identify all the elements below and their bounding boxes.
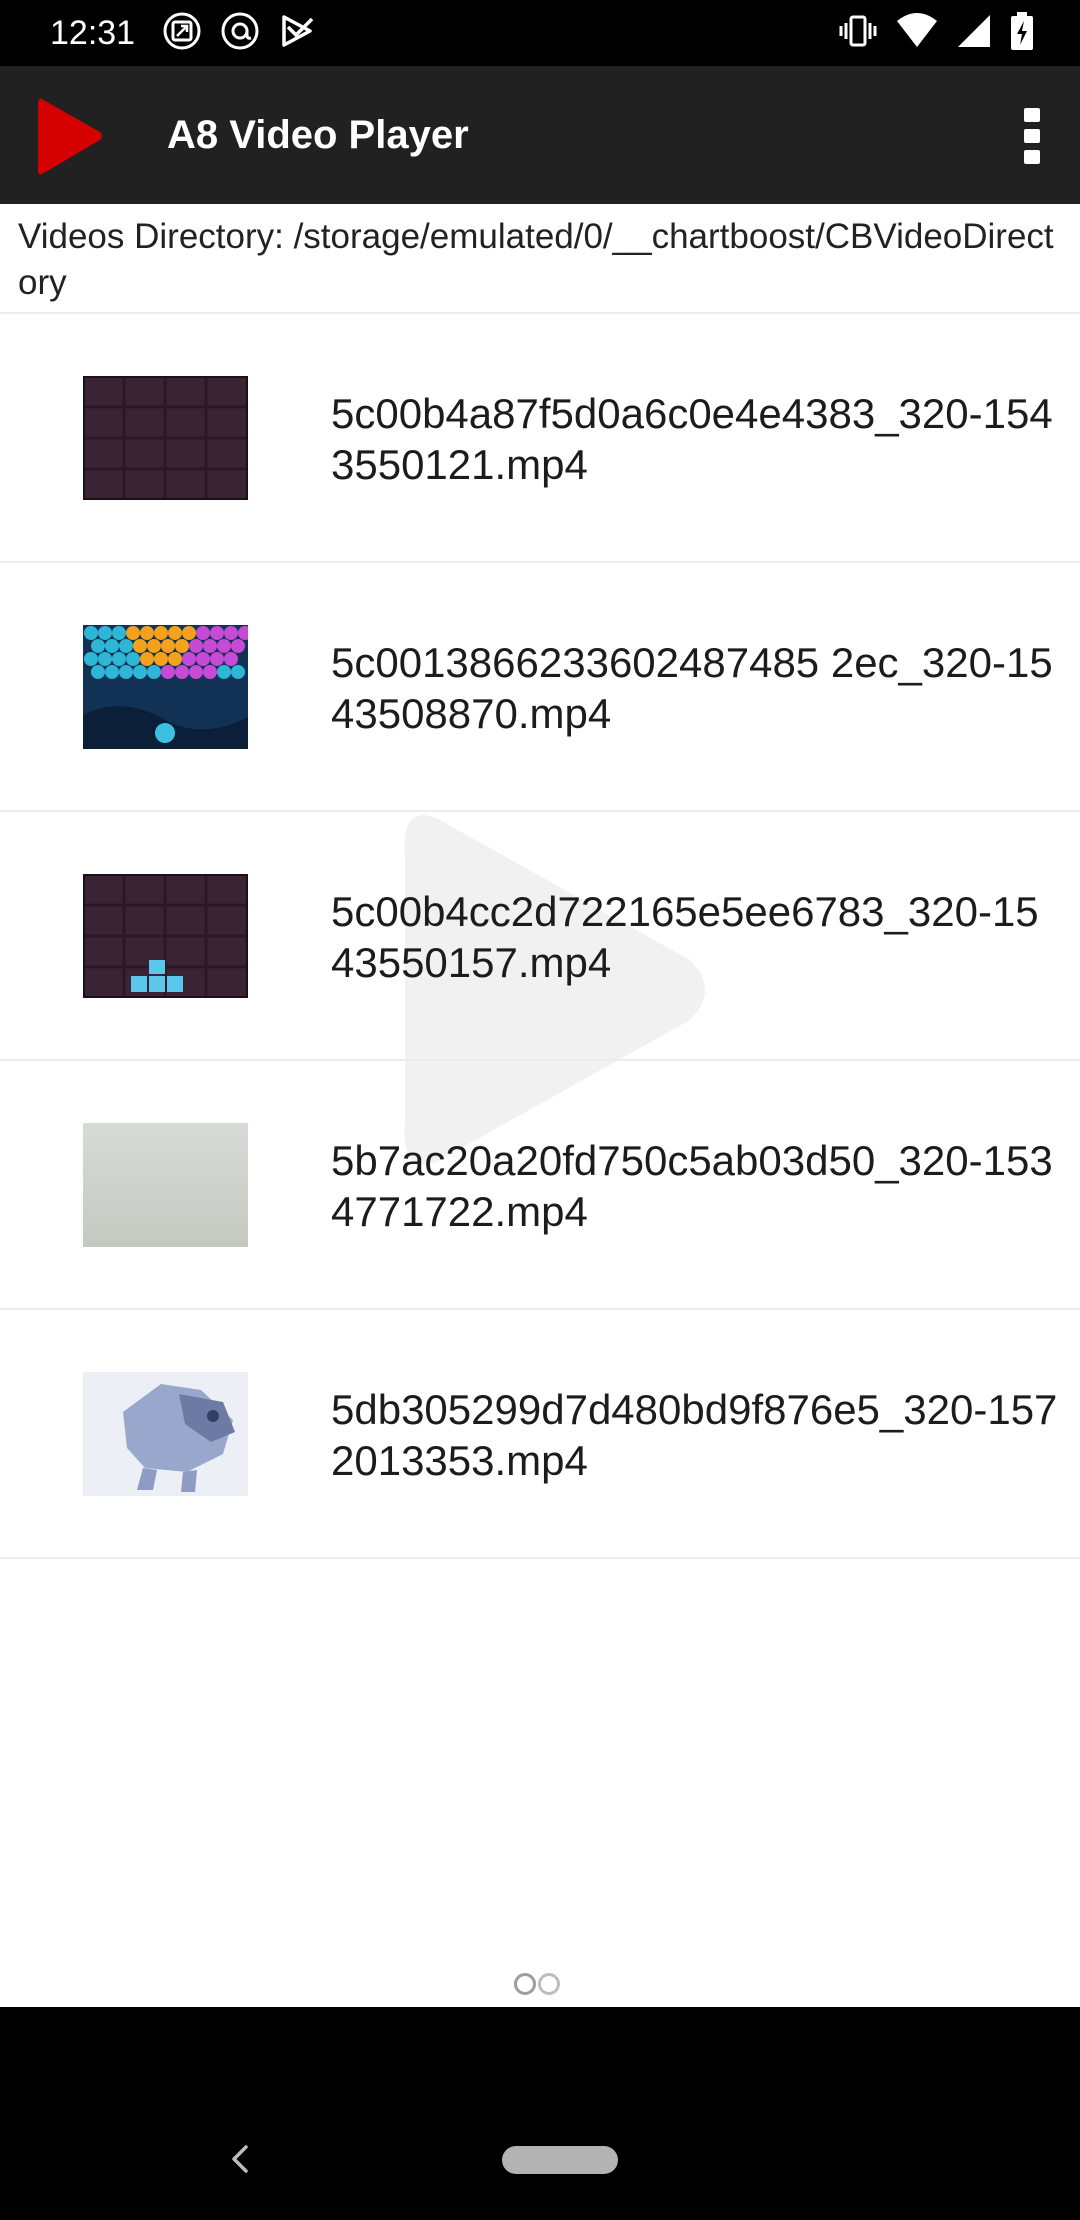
video-thumbnail — [83, 1123, 248, 1247]
screen: 12:31 A8 Video Player Videos Directory: … — [0, 0, 1080, 2220]
video-list-item[interactable]: 5db305299d7d480bd9f876e5_320-1572013353.… — [0, 1310, 1080, 1559]
signal-icon — [956, 11, 992, 56]
at-sign-icon — [220, 11, 260, 56]
video-name: 5c0013866233602487485 2ec_320-1543508870… — [331, 639, 1053, 737]
page-dot — [538, 1973, 560, 1995]
video-thumbnail — [83, 625, 248, 749]
video-list: 5c00b4a87f5d0a6c0e4e4383_320-1543550121.… — [0, 314, 1080, 1559]
status-time: 12:31 — [50, 14, 136, 52]
video-name: 5c00b4a87f5d0a6c0e4e4383_320-1543550121.… — [331, 390, 1053, 488]
video-name: 5c00b4cc2d722165e5ee6783_320-1543550157.… — [331, 888, 1039, 986]
video-list-item[interactable]: 5c00b4a87f5d0a6c0e4e4383_320-1543550121.… — [0, 314, 1080, 563]
play-logo-icon — [34, 96, 104, 176]
video-name: 5db305299d7d480bd9f876e5_320-1572013353.… — [331, 1386, 1058, 1484]
video-list-item[interactable]: 5b7ac20a20fd750c5ab03d50_320-1534771722.… — [0, 1061, 1080, 1310]
wifi-icon — [896, 11, 938, 56]
status-bar: 12:31 — [0, 0, 1080, 66]
videos-directory-label: Videos Directory: /storage/emulated/0/__… — [0, 204, 1080, 314]
app-title: A8 Video Player — [167, 113, 469, 157]
video-thumbnail — [83, 1372, 248, 1496]
app-bar: A8 Video Player — [0, 66, 1080, 204]
page-indicator — [514, 1973, 560, 1995]
video-list-item[interactable]: 5c00b4cc2d722165e5ee6783_320-1543550157.… — [0, 812, 1080, 1061]
video-list-item[interactable]: 5c0013866233602487485 2ec_320-1543508870… — [0, 563, 1080, 812]
status-left-icons — [162, 12, 316, 54]
vibrate-icon — [838, 11, 878, 56]
battery-charging-icon — [1010, 11, 1034, 56]
home-pill-icon[interactable] — [502, 2146, 618, 2174]
video-thumbnail — [83, 376, 248, 500]
video-thumbnail — [83, 874, 248, 998]
overflow-menu-icon[interactable] — [1002, 96, 1062, 176]
screenshot-icon — [162, 11, 202, 56]
status-right-icons — [838, 11, 1034, 56]
back-chevron-icon[interactable] — [222, 2137, 258, 2181]
navigation-bar — [0, 2007, 1080, 2220]
video-name: 5b7ac20a20fd750c5ab03d50_320-1534771722.… — [331, 1137, 1053, 1235]
play-store-icon — [278, 11, 316, 56]
page-dot-active — [514, 1973, 536, 1995]
